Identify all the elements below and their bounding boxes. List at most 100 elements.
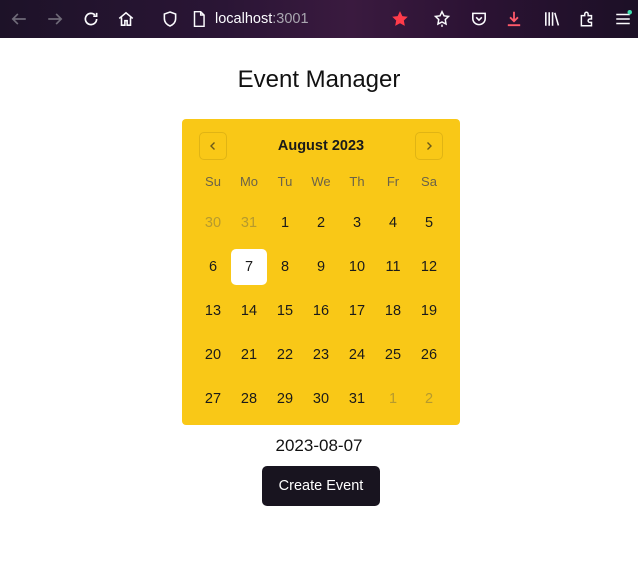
back-icon[interactable] (8, 8, 30, 30)
calendar-day[interactable]: 4 (375, 201, 411, 245)
page-title: Event Manager (237, 66, 401, 93)
extensions-icon[interactable] (431, 8, 453, 30)
calendar-day[interactable]: 20 (195, 333, 231, 377)
calendar-day[interactable]: 21 (231, 333, 267, 377)
calendar-day-outside[interactable]: 2 (411, 377, 447, 421)
calendar-day[interactable]: 26 (411, 333, 447, 377)
calendar-day-label: 1 (280, 215, 290, 231)
url-port: :3001 (272, 11, 309, 27)
page-icon (188, 8, 210, 30)
calendar-day[interactable]: 22 (267, 333, 303, 377)
calendar-day[interactable]: 15 (267, 289, 303, 333)
calendar-day[interactable]: 23 (303, 333, 339, 377)
calendar-day-label: 9 (316, 259, 326, 275)
calendar-day-label: 20 (204, 347, 222, 363)
calendar-day-label: 8 (280, 259, 290, 275)
calendar-day-label: 10 (348, 259, 366, 275)
calendar-day[interactable]: 18 (375, 289, 411, 333)
url-bar[interactable]: localhost:3001 (215, 10, 309, 28)
calendar-day-label: 4 (388, 215, 398, 231)
calendar-day-label: 12 (420, 259, 438, 275)
calendar-day[interactable]: 31 (339, 377, 375, 421)
calendar-day[interactable]: 5 (411, 201, 447, 245)
shield-icon[interactable] (159, 8, 181, 30)
calendar-day[interactable]: 27 (195, 377, 231, 421)
calendar-day-label: 24 (348, 347, 366, 363)
calendar-day-label: 21 (240, 347, 258, 363)
calendar-day-label: 18 (384, 303, 402, 319)
calendar-day-label: 7 (231, 249, 267, 285)
library-icon[interactable] (541, 8, 563, 30)
calendar-day-label: 26 (420, 347, 438, 363)
date-picker-calendar: August 2023 Su Mo Tu We Th Fr Sa 30 31 1 2 3… (182, 119, 460, 425)
calendar-day-outside[interactable]: 31 (231, 201, 267, 245)
calendar-day[interactable]: 28 (231, 377, 267, 421)
weekday-label: Fr (386, 174, 400, 189)
weekday-label: Th (349, 174, 365, 189)
calendar-day-label: 3 (352, 215, 362, 231)
forward-icon[interactable] (44, 8, 66, 30)
next-month-button[interactable] (415, 132, 443, 160)
calendar-day[interactable]: 6 (195, 245, 231, 289)
calendar-day[interactable]: 2 (303, 201, 339, 245)
calendar-day-label: 11 (385, 259, 401, 275)
calendar-day-label: 15 (276, 303, 294, 319)
menu-icon[interactable] (612, 8, 634, 30)
calendar-day-label: 31 (240, 215, 258, 231)
calendar-day-selected[interactable]: 7 (231, 245, 267, 289)
calendar-day-outside[interactable]: 1 (375, 377, 411, 421)
reload-icon[interactable] (80, 8, 102, 30)
calendar-day-label: 17 (348, 303, 366, 319)
url-host: localhost (215, 11, 273, 27)
chevron-right-icon (427, 142, 432, 150)
pocket-icon[interactable] (468, 8, 490, 30)
page-content: Event Manager August 2023 Su Mo Tu We Th… (0, 38, 638, 573)
calendar-day[interactable]: 30 (303, 377, 339, 421)
calendar-day-outside[interactable]: 30 (195, 201, 231, 245)
calendar-day-label: 1 (388, 391, 398, 407)
calendar-day-label: 13 (204, 303, 222, 319)
create-event-button[interactable]: Create Event (262, 466, 380, 506)
browser-toolbar: localhost:3001 (0, 0, 638, 38)
bookmark-star-icon[interactable] (389, 8, 411, 30)
calendar-day[interactable]: 16 (303, 289, 339, 333)
weekday-label: Su (205, 174, 221, 189)
calendar-day-label: 14 (240, 303, 258, 319)
weekday-label: Tu (277, 174, 293, 189)
calendar-day-label: 23 (312, 347, 330, 363)
calendar-day-label: 5 (424, 215, 434, 231)
calendar-day-label: 16 (312, 303, 330, 319)
calendar-day[interactable]: 9 (303, 245, 339, 289)
calendar-day-label: 19 (420, 303, 438, 319)
selected-date-text: 2023-08-07 (275, 436, 363, 455)
download-icon[interactable] (503, 8, 525, 30)
calendar-day[interactable]: 1 (267, 201, 303, 245)
weekday-header: Su Mo Tu We Th Fr Sa (195, 174, 447, 189)
day-grid: 30 31 1 2 3 4 5 6 7 8 9 10 11 12 13 14 15 16 17 18 19 20 21 22 2… (195, 201, 447, 421)
calendar-day-label: 29 (276, 391, 294, 407)
weekday-label: Sa (421, 174, 437, 189)
calendar-day[interactable]: 3 (339, 201, 375, 245)
calendar-day-label: 2 (424, 391, 434, 407)
calendar-day[interactable]: 10 (339, 245, 375, 289)
calendar-day-label: 30 (312, 391, 330, 407)
calendar-day-label: 2 (316, 215, 326, 231)
puzzle-icon[interactable] (576, 8, 598, 30)
calendar-day[interactable]: 17 (339, 289, 375, 333)
calendar-day-label: 22 (276, 347, 294, 363)
calendar-day[interactable]: 13 (195, 289, 231, 333)
calendar-day[interactable]: 12 (411, 245, 447, 289)
home-icon[interactable] (115, 8, 137, 30)
calendar-day-label: 31 (348, 391, 366, 407)
calendar-day[interactable]: 24 (339, 333, 375, 377)
calendar-day[interactable]: 8 (267, 245, 303, 289)
calendar-day[interactable]: 29 (267, 377, 303, 421)
calendar-day[interactable]: 14 (231, 289, 267, 333)
calendar-day[interactable]: 25 (375, 333, 411, 377)
calendar-day-label: 27 (204, 391, 222, 407)
calendar-day-label: 30 (204, 215, 222, 231)
weekday-label: We (311, 174, 331, 189)
calendar-day-label: 6 (208, 259, 218, 275)
calendar-day[interactable]: 19 (411, 289, 447, 333)
calendar-day[interactable]: 11 (375, 245, 411, 289)
